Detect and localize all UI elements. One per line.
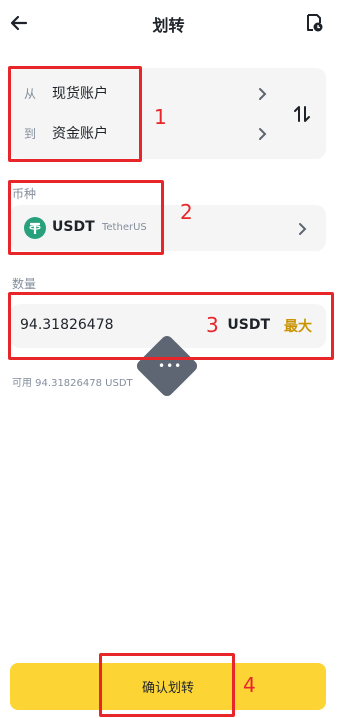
page-title: 划转 xyxy=(152,16,185,35)
chevron-right-icon xyxy=(258,126,268,140)
annotation-box-4 xyxy=(99,653,235,717)
chevron-right-icon xyxy=(298,221,308,235)
header: 划转 xyxy=(0,0,337,48)
annotation-number-2: 2 xyxy=(180,200,193,224)
swap-vertical-icon[interactable] xyxy=(292,104,312,124)
annotation-number-3: 3 xyxy=(206,313,219,337)
annotation-box-1 xyxy=(8,66,142,162)
history-icon[interactable] xyxy=(303,12,325,34)
more-dots-icon: ••• xyxy=(158,359,183,373)
chevron-right-icon xyxy=(258,86,268,100)
annotation-number-1: 1 xyxy=(154,105,167,129)
available-balance: 可用 94.31826478 USDT xyxy=(12,378,133,389)
amount-section-label: 数量 xyxy=(12,277,37,291)
annotation-number-4: 4 xyxy=(243,673,256,697)
transfer-page: 划转 从 现货账户 到 资金账户 币种 USDT TetherUS 数量 94.… xyxy=(0,0,337,718)
annotation-box-2 xyxy=(8,180,164,255)
annotation-box-3 xyxy=(8,292,334,360)
